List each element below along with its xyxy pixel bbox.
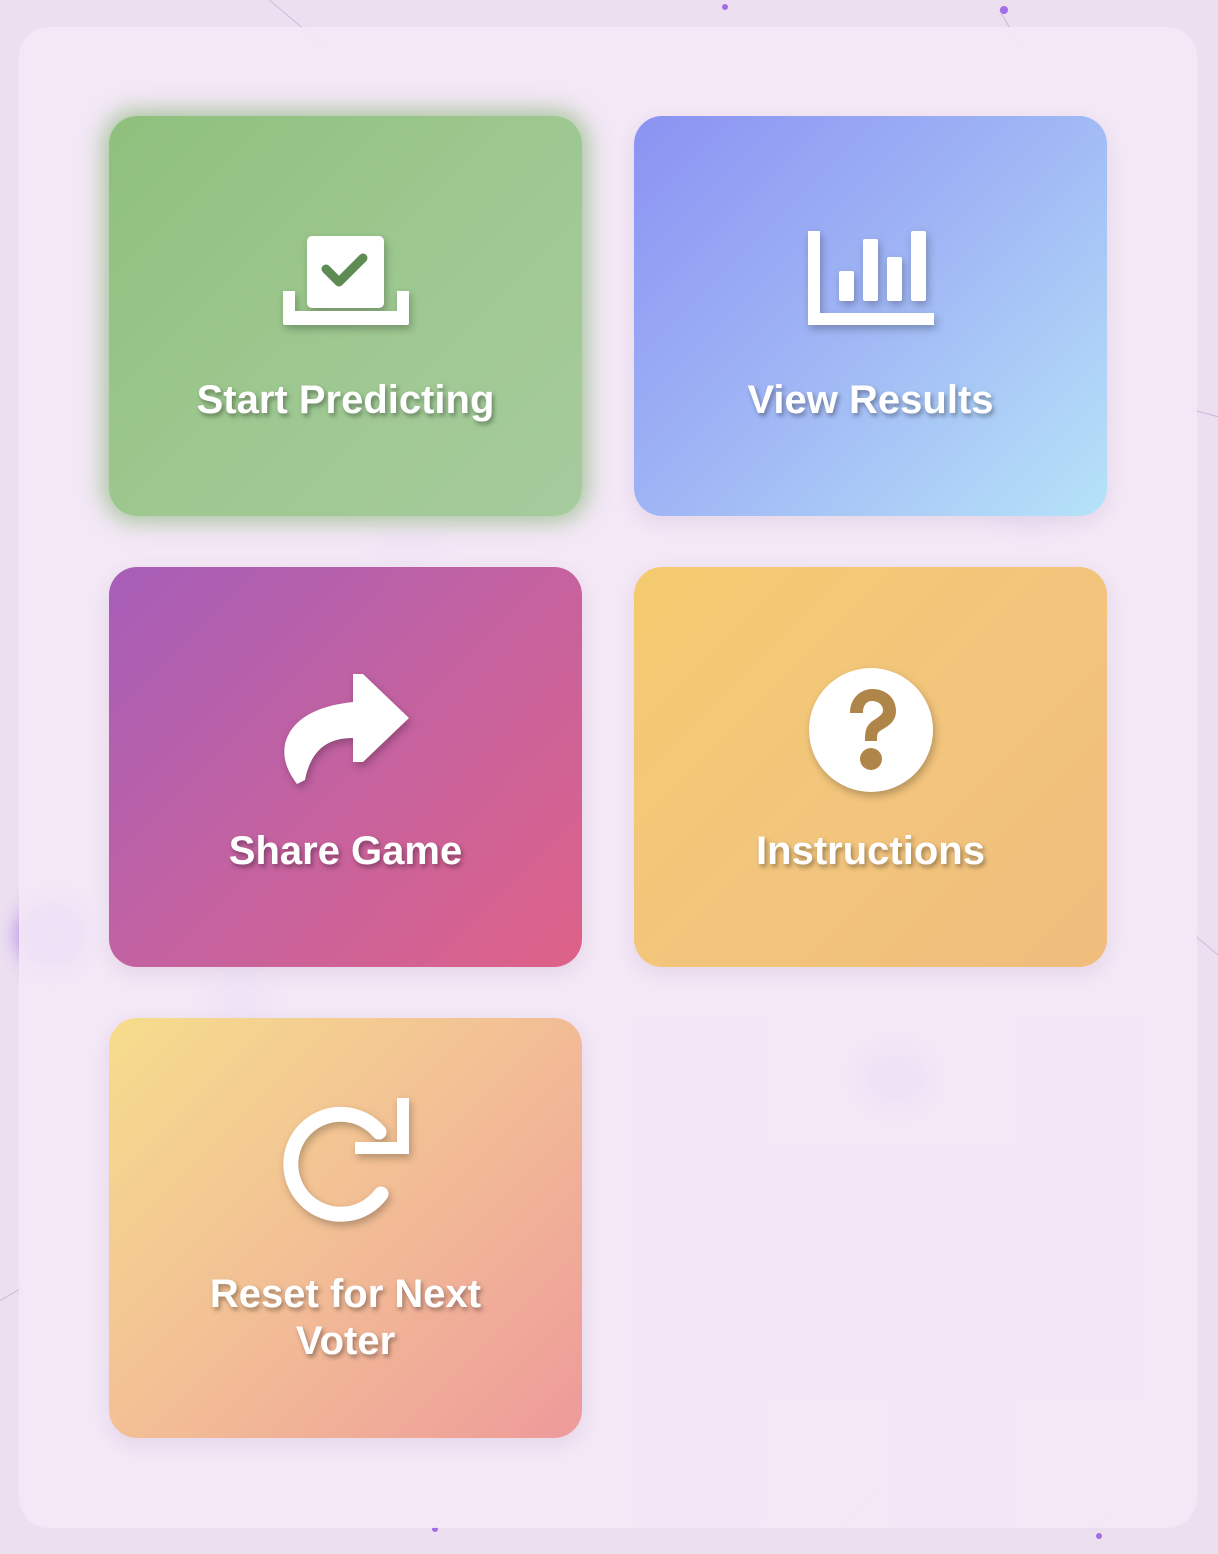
share-game-label: Share Game (228, 828, 463, 873)
view-results-button[interactable]: View Results (634, 116, 1107, 516)
view-results-label: View Results (747, 377, 994, 422)
decor-dot (1096, 1533, 1102, 1539)
bar-chart-icon (801, 209, 941, 349)
redo-arrow-icon (276, 1091, 416, 1231)
decor-line (1194, 410, 1218, 422)
reset-next-voter-button[interactable]: Reset for Next Voter (109, 1018, 582, 1438)
ballot-box-check-icon (276, 209, 416, 349)
reset-next-voter-label: Reset for Next Voter (209, 1272, 482, 1363)
share-arrow-icon (276, 660, 416, 800)
instructions-button[interactable]: Instructions (634, 567, 1107, 967)
start-predicting-label: Start Predicting (196, 377, 495, 422)
share-game-button[interactable]: Share Game (109, 567, 582, 967)
instructions-label: Instructions (756, 828, 985, 873)
decor-dot (722, 4, 728, 10)
question-circle-icon (801, 660, 941, 800)
decor-line (1194, 935, 1218, 962)
start-predicting-button[interactable]: Start Predicting (109, 116, 582, 516)
decor-dot (1000, 6, 1008, 14)
